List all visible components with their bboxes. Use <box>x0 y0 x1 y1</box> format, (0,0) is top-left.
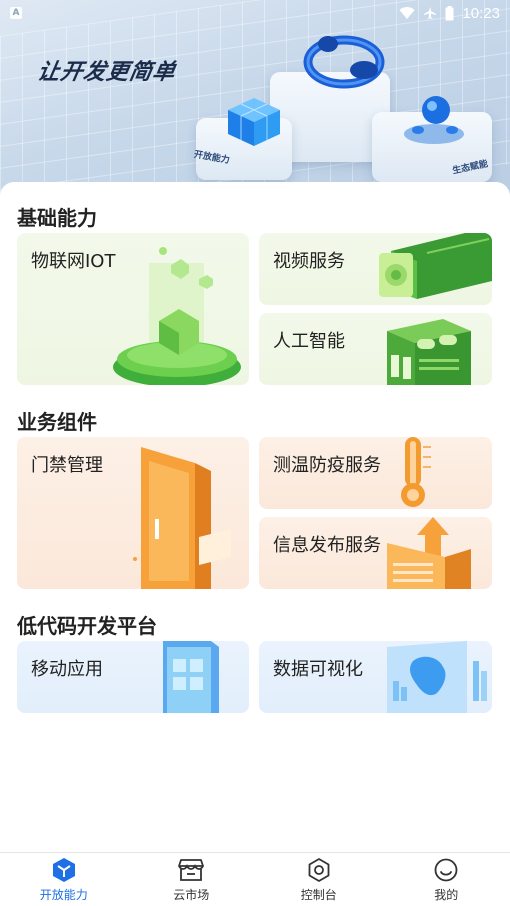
main-content: 基础能力 物联网IOT 视频服务 人工智能 业务组件 门禁管理 测温防疫服务 信… <box>0 182 510 852</box>
card-access-control[interactable]: 门禁管理 <box>17 437 249 589</box>
airplane-icon <box>424 7 437 19</box>
hero-banner: A 10:23 让开发更简单 开放能力 生态赋能 <box>0 0 510 200</box>
nav-item-console[interactable]: 控制台 <box>255 853 383 906</box>
card-temperature[interactable]: 测温防疫服务 <box>259 437 492 509</box>
status-time: 10:23 <box>462 4 500 22</box>
hero-slogan: 让开发更简单 <box>35 60 178 85</box>
section-title-lowcode: 低代码开发平台 <box>17 614 157 638</box>
door-illustration <box>133 447 231 589</box>
nav-label-open-capability: 开放能力 <box>39 887 88 902</box>
nav-label-console: 控制台 <box>300 887 337 902</box>
card-info-release-label: 信息发布服务 <box>273 535 381 556</box>
section-title-basic: 基础能力 <box>17 206 97 230</box>
card-access-label: 门禁管理 <box>31 455 103 476</box>
card-video-label: 视频服务 <box>273 251 345 272</box>
card-mobile-label: 移动应用 <box>31 659 103 680</box>
iot-illustration <box>113 247 241 385</box>
thermometer-illustration <box>401 437 431 507</box>
card-temperature-label: 测温防疫服务 <box>273 455 381 476</box>
nav-item-cloud-market[interactable]: 云市场 <box>128 853 256 906</box>
battery-icon <box>445 5 454 20</box>
gear-icon <box>306 857 332 883</box>
status-bar: A 10:23 <box>0 0 510 26</box>
card-dataviz-label: 数据可视化 <box>273 659 363 680</box>
smile-icon <box>433 857 459 883</box>
notification-app-icon: A <box>10 7 22 19</box>
card-data-visualization[interactable]: 数据可视化 <box>259 641 492 713</box>
dataviz-illustration <box>387 641 487 713</box>
nav-item-open-capability[interactable]: 开放能力 <box>0 853 128 906</box>
nav-label-mine: 我的 <box>434 887 459 902</box>
wifi-icon <box>399 6 415 19</box>
hero-cube-illustration <box>228 98 280 146</box>
info-release-illustration <box>387 517 471 589</box>
card-ai-label: 人工智能 <box>273 331 345 352</box>
nav-label-cloud-market: 云市场 <box>173 887 210 902</box>
store-icon <box>178 857 205 883</box>
card-iot-label: 物联网IOT <box>31 251 116 272</box>
hero-orb-illustration <box>404 96 464 144</box>
card-iot[interactable]: 物联网IOT <box>17 233 249 385</box>
cube-icon <box>51 857 77 883</box>
card-mobile-app[interactable]: 移动应用 <box>17 641 249 713</box>
bottom-navigation: 开放能力 云市场 控制台 我的 <box>0 852 510 906</box>
nav-item-mine[interactable]: 我的 <box>383 853 510 906</box>
video-illustration <box>379 233 492 299</box>
ai-robot-illustration <box>387 319 471 385</box>
hero-ring-illustration <box>303 35 385 89</box>
section-title-business: 业务组件 <box>17 410 97 434</box>
card-info-release[interactable]: 信息发布服务 <box>259 517 492 589</box>
card-ai[interactable]: 人工智能 <box>259 313 492 385</box>
mobile-app-illustration <box>163 641 219 713</box>
card-video[interactable]: 视频服务 <box>259 233 492 305</box>
